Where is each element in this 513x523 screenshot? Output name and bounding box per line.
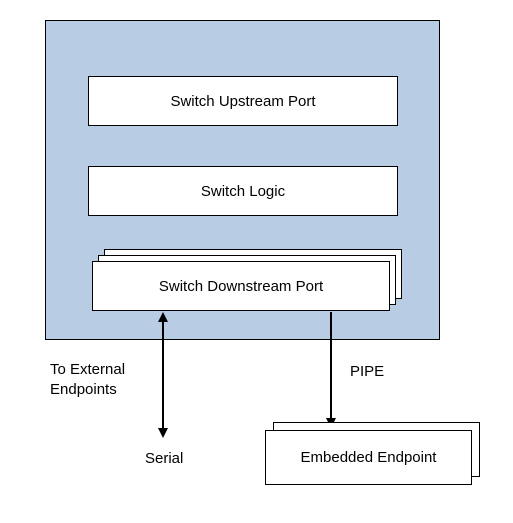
switch-container: Switch Upstream Port Switch Logic Switch… — [45, 20, 440, 340]
logic-label: Switch Logic — [201, 183, 285, 200]
upstream-label: Switch Upstream Port — [170, 93, 315, 110]
switch-logic-block: Switch Logic — [88, 166, 398, 216]
endpoint-label: Embedded Endpoint — [301, 449, 437, 466]
downstream-port-block: Switch Downstream Port — [92, 261, 390, 311]
arrow-line-serial — [162, 320, 164, 430]
embedded-endpoint-stack: Embedded Endpoint — [265, 430, 480, 485]
upstream-port-block: Switch Upstream Port — [88, 76, 398, 126]
embedded-endpoint-block: Embedded Endpoint — [265, 430, 472, 485]
downstream-label: Switch Downstream Port — [159, 278, 323, 295]
external-endpoints-label: To External Endpoints — [50, 360, 125, 399]
arrow-line-pipe — [330, 312, 332, 420]
serial-label: Serial — [145, 450, 183, 467]
downstream-port-stack: Switch Downstream Port — [92, 261, 402, 311]
arrow-down-head-serial — [158, 428, 168, 438]
pipe-label: PIPE — [350, 363, 384, 380]
